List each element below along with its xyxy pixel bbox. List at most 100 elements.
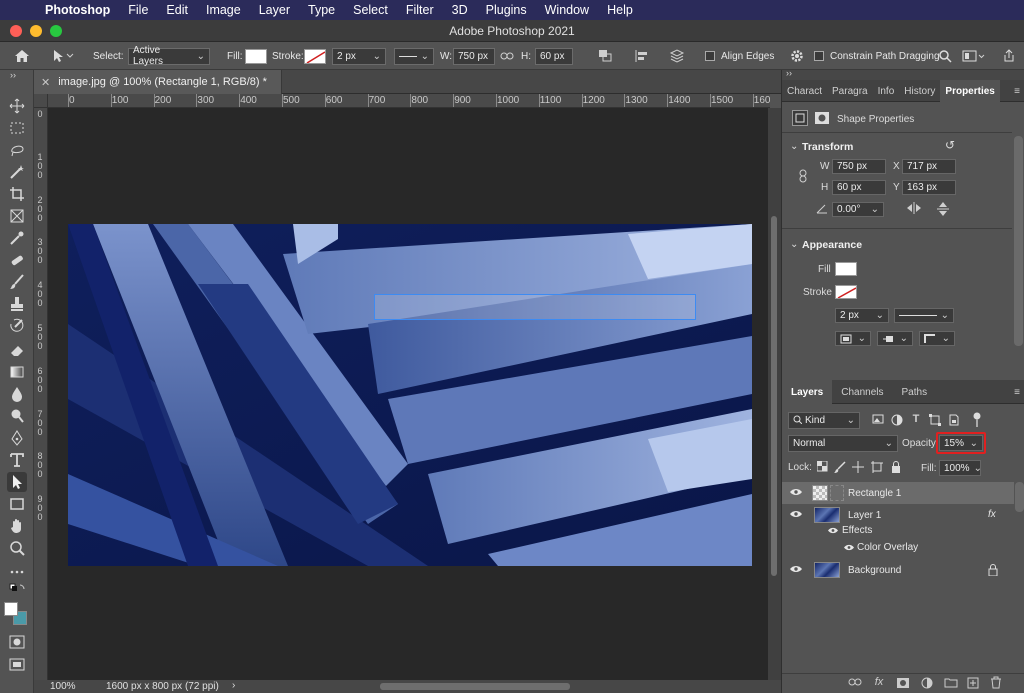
height-field[interactable]: 60 px bbox=[535, 47, 573, 65]
visibility-eye-icon[interactable] bbox=[790, 487, 804, 499]
effects-eye-icon[interactable] bbox=[828, 526, 838, 537]
tab-properties[interactable]: Properties bbox=[940, 80, 1000, 102]
filter-pixel-icon[interactable] bbox=[871, 414, 885, 428]
appearance-stroke-swatch[interactable] bbox=[835, 285, 857, 299]
document-image[interactable] bbox=[68, 224, 752, 566]
path-select-tool-preset-icon[interactable] bbox=[52, 46, 74, 66]
stroke-width-field[interactable]: 2 px bbox=[332, 47, 386, 65]
hand-tool-icon[interactable] bbox=[7, 516, 27, 536]
properties-scrollbar-thumb[interactable] bbox=[1014, 136, 1023, 346]
new-layer-icon[interactable] bbox=[966, 677, 980, 691]
layer-row-background[interactable]: Background bbox=[782, 559, 1014, 581]
stroke-corners-dropdown[interactable] bbox=[919, 331, 955, 346]
more-tools-icon[interactable] bbox=[7, 562, 27, 582]
flip-vertical-icon[interactable] bbox=[937, 201, 949, 220]
transform-y-field[interactable]: 163 px bbox=[902, 180, 956, 195]
color-overlay-effect-row[interactable]: Color Overlay bbox=[782, 539, 1014, 557]
blur-tool-icon[interactable] bbox=[7, 384, 27, 404]
lock-image-pixels-icon[interactable] bbox=[833, 461, 847, 475]
filter-smart-object-icon[interactable] bbox=[947, 414, 961, 428]
filter-shape-icon[interactable] bbox=[928, 414, 942, 428]
menu-select[interactable]: Select bbox=[344, 3, 397, 17]
filter-toggle-icon[interactable] bbox=[970, 412, 984, 427]
horizontal-scrollbar-thumb[interactable] bbox=[380, 683, 570, 690]
crop-tool-icon[interactable] bbox=[7, 184, 27, 204]
tab-history[interactable]: History bbox=[899, 80, 940, 102]
fill-field[interactable]: 100% bbox=[939, 460, 981, 476]
zoom-tool-icon[interactable] bbox=[7, 538, 27, 558]
share-icon[interactable] bbox=[1002, 46, 1016, 66]
constrain-path-dragging-checkbox[interactable] bbox=[814, 51, 824, 61]
gear-icon[interactable] bbox=[790, 46, 804, 66]
visibility-eye-icon[interactable] bbox=[790, 564, 804, 576]
link-wh-icon[interactable] bbox=[798, 169, 808, 186]
filter-adjustment-icon[interactable] bbox=[890, 414, 904, 428]
tab-layers[interactable]: Layers bbox=[782, 380, 833, 404]
vertical-scrollbar-thumb[interactable] bbox=[771, 216, 777, 576]
lock-position-icon[interactable] bbox=[851, 461, 865, 475]
tab-paragraph[interactable]: Paragra bbox=[827, 80, 873, 102]
layers-scrollbar-thumb[interactable] bbox=[1015, 482, 1024, 512]
live-shape-icon[interactable] bbox=[792, 110, 808, 126]
menu-app-photoshop[interactable]: Photoshop bbox=[36, 3, 119, 17]
link-dimensions-icon[interactable] bbox=[500, 46, 514, 66]
pen-tool-icon[interactable] bbox=[7, 428, 27, 448]
reset-transform-icon[interactable]: ↺ bbox=[945, 138, 955, 152]
mask-icon[interactable] bbox=[814, 111, 830, 125]
menu-file[interactable]: File bbox=[119, 3, 157, 17]
menu-help[interactable]: Help bbox=[598, 3, 642, 17]
zoom-level[interactable]: 100% bbox=[50, 681, 76, 692]
canvas-area[interactable] bbox=[48, 108, 768, 680]
layer-effects-row[interactable]: Effects bbox=[782, 522, 1014, 540]
appearance-chevron-icon[interactable]: ⌄ bbox=[790, 239, 798, 250]
menu-filter[interactable]: Filter bbox=[397, 3, 443, 17]
home-icon[interactable] bbox=[14, 46, 30, 66]
menu-3d[interactable]: 3D bbox=[443, 3, 477, 17]
status-info-chevron-icon[interactable]: › bbox=[232, 680, 235, 691]
new-adjustment-layer-icon[interactable] bbox=[920, 677, 934, 691]
path-alignment-icon[interactable] bbox=[634, 46, 650, 66]
select-mode-dropdown[interactable]: Active Layers bbox=[128, 45, 210, 67]
new-group-icon[interactable] bbox=[944, 677, 958, 691]
clone-stamp-tool-icon[interactable] bbox=[7, 294, 27, 314]
stroke-align-dropdown[interactable] bbox=[835, 331, 871, 346]
delete-layer-icon[interactable] bbox=[989, 676, 1003, 690]
transform-x-field[interactable]: 717 px bbox=[902, 159, 956, 174]
add-layer-style-icon[interactable]: fx bbox=[872, 676, 886, 690]
dodge-tool-icon[interactable] bbox=[7, 406, 27, 426]
lasso-tool-icon[interactable] bbox=[7, 140, 27, 160]
close-tab-icon[interactable]: ✕ bbox=[41, 76, 50, 89]
blend-mode-dropdown[interactable]: Normal bbox=[788, 435, 898, 452]
rectangle-1-shape[interactable] bbox=[374, 294, 696, 320]
filter-type-icon[interactable]: T bbox=[909, 413, 923, 427]
healing-brush-tool-icon[interactable] bbox=[7, 250, 27, 270]
search-icon[interactable] bbox=[938, 46, 952, 66]
eyedropper-tool-icon[interactable] bbox=[7, 228, 27, 248]
magic-wand-tool-icon[interactable] bbox=[7, 162, 27, 182]
menu-edit[interactable]: Edit bbox=[157, 3, 197, 17]
default-colors-icon[interactable] bbox=[7, 583, 27, 592]
brush-tool-icon[interactable] bbox=[7, 272, 27, 292]
eraser-tool-icon[interactable] bbox=[7, 340, 27, 360]
foreground-color-swatch[interactable] bbox=[4, 602, 18, 616]
fill-swatch[interactable] bbox=[245, 48, 267, 64]
layers-menu-icon[interactable]: ≡ bbox=[1009, 380, 1024, 404]
tab-paths[interactable]: Paths bbox=[893, 380, 937, 404]
frame-tool-icon[interactable] bbox=[7, 206, 27, 226]
gradient-tool-icon[interactable] bbox=[7, 362, 27, 382]
marquee-tool-icon[interactable] bbox=[7, 118, 27, 138]
history-brush-tool-icon[interactable] bbox=[7, 316, 27, 336]
appearance-stroke-type-dropdown[interactable] bbox=[894, 308, 954, 323]
visibility-eye-icon[interactable] bbox=[790, 509, 804, 521]
opacity-field[interactable]: 15% bbox=[939, 435, 983, 451]
appearance-stroke-width-field[interactable]: 2 px bbox=[835, 308, 889, 323]
lock-all-icon[interactable] bbox=[889, 461, 903, 475]
menu-layer[interactable]: Layer bbox=[250, 3, 299, 17]
add-mask-icon[interactable] bbox=[896, 677, 910, 691]
path-operations-icon[interactable] bbox=[597, 46, 613, 66]
lock-artboard-icon[interactable] bbox=[870, 461, 884, 475]
collapse-toolbar-icon[interactable]: ›› bbox=[3, 70, 23, 80]
transform-chevron-icon[interactable]: ⌄ bbox=[790, 141, 798, 152]
layer-effects-badge[interactable]: fx bbox=[988, 509, 996, 520]
menu-window[interactable]: Window bbox=[536, 3, 598, 17]
